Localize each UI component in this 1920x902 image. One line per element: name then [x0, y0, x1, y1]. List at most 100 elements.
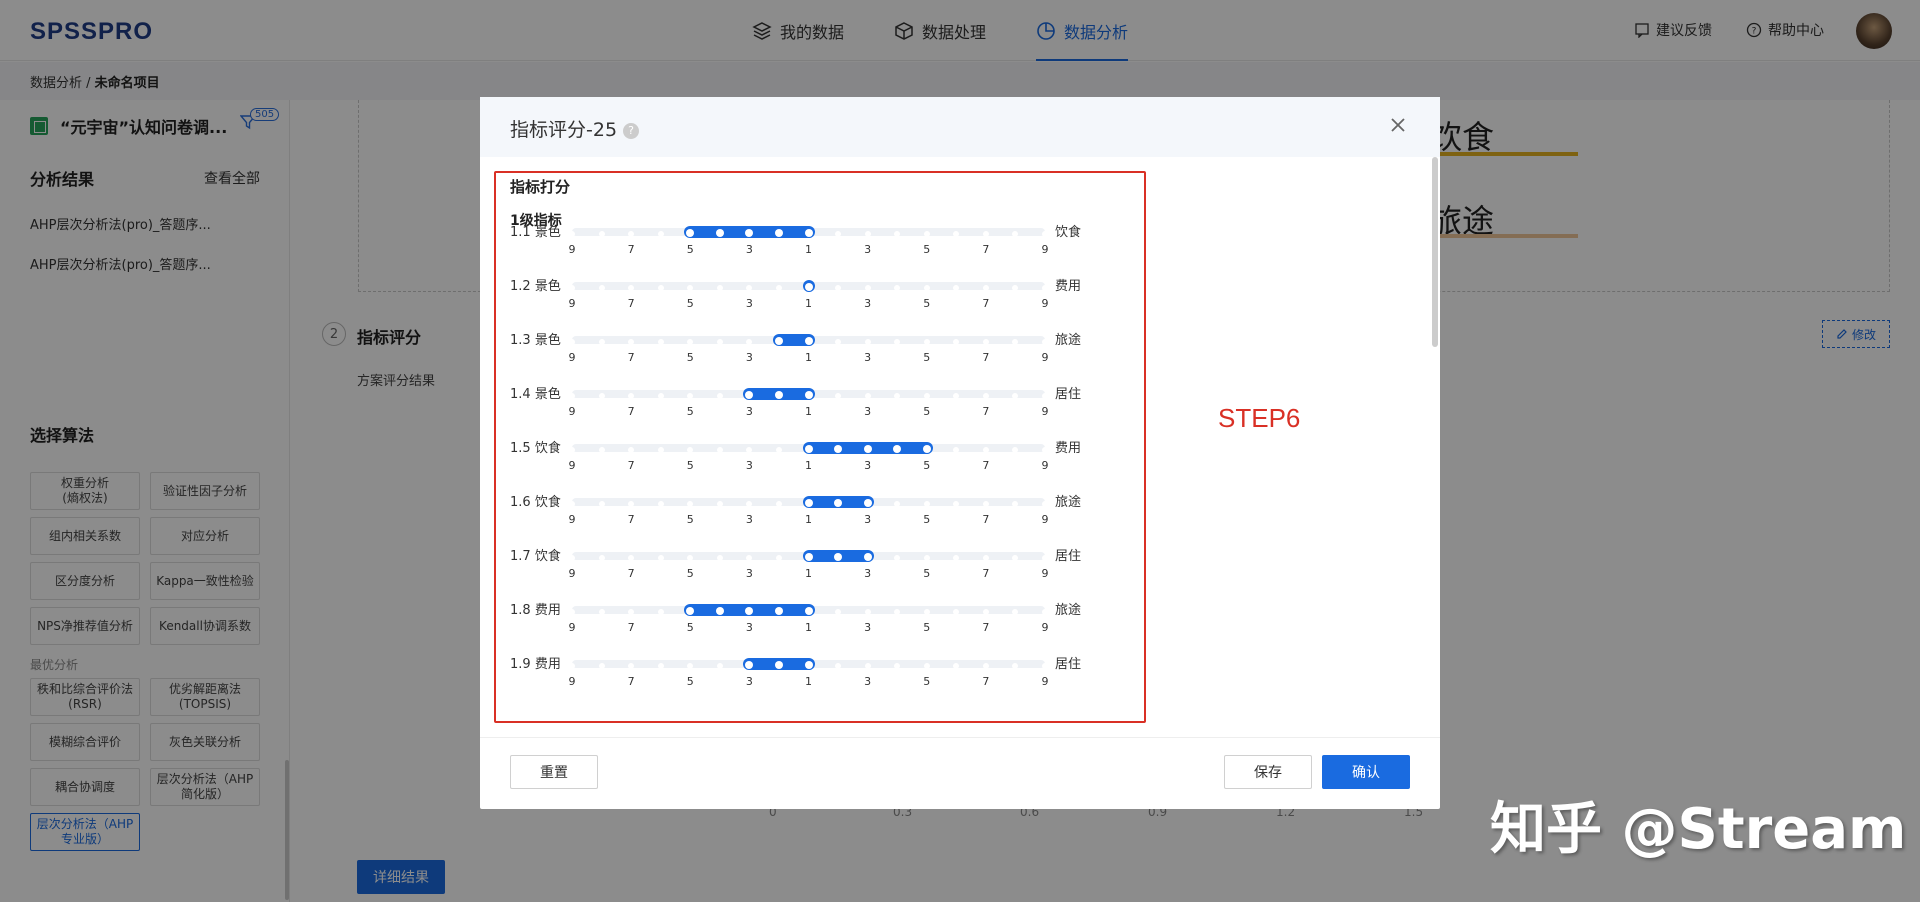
slider-stop[interactable]: [835, 231, 842, 237]
slider-stop[interactable]: [923, 555, 930, 561]
slider-stop[interactable]: [982, 663, 989, 669]
slider-stop[interactable]: [775, 501, 782, 507]
slider-stop[interactable]: [598, 609, 605, 615]
slider-stop[interactable]: [569, 663, 575, 669]
slider-stop[interactable]: [687, 339, 694, 345]
slider-stop[interactable]: [1042, 285, 1048, 291]
slider-stop[interactable]: [746, 285, 753, 291]
slider-stop[interactable]: [598, 555, 605, 561]
slider-stop[interactable]: [598, 231, 605, 237]
slider-handle[interactable]: [774, 607, 783, 615]
slider-stop[interactable]: [657, 393, 664, 399]
slider-stop[interactable]: [923, 393, 930, 399]
slider-stop[interactable]: [835, 609, 842, 615]
slider-stop[interactable]: [1012, 339, 1019, 345]
slider-stop[interactable]: [775, 447, 782, 453]
slider-stop[interactable]: [1042, 447, 1048, 453]
slider-stop[interactable]: [1012, 555, 1019, 561]
slider-stop[interactable]: [864, 663, 871, 669]
slider-stop[interactable]: [687, 663, 694, 669]
slider-stop[interactable]: [569, 285, 575, 291]
slider-stop[interactable]: [923, 285, 930, 291]
slider-stop[interactable]: [1042, 501, 1048, 507]
slider-handle[interactable]: [804, 661, 813, 669]
slider-stop[interactable]: [923, 339, 930, 345]
slider-stop[interactable]: [598, 663, 605, 669]
slider-stop[interactable]: [1012, 447, 1019, 453]
slider-stop[interactable]: [628, 285, 635, 291]
slider-stop[interactable]: [746, 447, 753, 453]
slider-stop[interactable]: [923, 501, 930, 507]
slider-stop[interactable]: [894, 285, 901, 291]
slider-stop[interactable]: [746, 555, 753, 561]
slider-handle[interactable]: [774, 391, 783, 399]
slider-stop[interactable]: [923, 663, 930, 669]
slider-stop[interactable]: [894, 339, 901, 345]
slider-stop[interactable]: [569, 339, 575, 345]
slider-stop[interactable]: [835, 339, 842, 345]
slider-stop[interactable]: [953, 501, 960, 507]
save-button[interactable]: 保存: [1224, 755, 1312, 789]
slider-stop[interactable]: [982, 501, 989, 507]
slider-stop[interactable]: [835, 285, 842, 291]
slider-handle[interactable]: [804, 391, 813, 399]
slider-stop[interactable]: [598, 285, 605, 291]
slider-stop[interactable]: [598, 339, 605, 345]
slider-stop[interactable]: [894, 609, 901, 615]
slider-stop[interactable]: [775, 285, 782, 291]
confirm-button[interactable]: 确认: [1322, 755, 1410, 789]
slider-stop[interactable]: [923, 609, 930, 615]
slider-stop[interactable]: [628, 393, 635, 399]
slider-stop[interactable]: [1012, 609, 1019, 615]
modal-scrollbar[interactable]: [1432, 157, 1438, 347]
slider-handle[interactable]: [863, 499, 872, 507]
slider-stop[interactable]: [953, 609, 960, 615]
slider-stop[interactable]: [894, 501, 901, 507]
slider-stop[interactable]: [716, 393, 723, 399]
help-icon[interactable]: ?: [623, 122, 640, 139]
slider-stop[interactable]: [657, 663, 664, 669]
slider-stop[interactable]: [657, 339, 664, 345]
slider-stop[interactable]: [923, 231, 930, 237]
slider-stop[interactable]: [1042, 555, 1048, 561]
slider-handle[interactable]: [715, 607, 724, 615]
slider-stop[interactable]: [628, 231, 635, 237]
slider-stop[interactable]: [687, 555, 694, 561]
slider-stop[interactable]: [716, 663, 723, 669]
slider-stop[interactable]: [982, 555, 989, 561]
slider-stop[interactable]: [775, 555, 782, 561]
slider-handle[interactable]: [804, 283, 813, 291]
slider-stop[interactable]: [835, 393, 842, 399]
slider-stop[interactable]: [982, 609, 989, 615]
slider-stop[interactable]: [628, 501, 635, 507]
slider-stop[interactable]: [598, 447, 605, 453]
slider-handle[interactable]: [834, 553, 843, 561]
slider-stop[interactable]: [953, 393, 960, 399]
slider-stop[interactable]: [1042, 339, 1048, 345]
slider-stop[interactable]: [982, 447, 989, 453]
slider-stop[interactable]: [1042, 663, 1048, 669]
slider-stop[interactable]: [716, 501, 723, 507]
slider-stop[interactable]: [982, 393, 989, 399]
slider-stop[interactable]: [657, 447, 664, 453]
slider-handle[interactable]: [863, 553, 872, 561]
slider-stop[interactable]: [864, 285, 871, 291]
slider-stop[interactable]: [953, 447, 960, 453]
slider-stop[interactable]: [953, 663, 960, 669]
slider-stop[interactable]: [953, 339, 960, 345]
slider-stop[interactable]: [1012, 663, 1019, 669]
slider-handle[interactable]: [863, 445, 872, 453]
reset-button[interactable]: 重置: [510, 755, 598, 789]
slider-stop[interactable]: [569, 555, 575, 561]
slider-stop[interactable]: [569, 501, 575, 507]
slider-stop[interactable]: [1042, 609, 1048, 615]
slider-stop[interactable]: [628, 609, 635, 615]
slider-stop[interactable]: [716, 447, 723, 453]
slider-stop[interactable]: [628, 339, 635, 345]
slider-stop[interactable]: [982, 339, 989, 345]
slider-stop[interactable]: [598, 393, 605, 399]
slider-stop[interactable]: [628, 555, 635, 561]
slider-stop[interactable]: [1012, 501, 1019, 507]
slider-stop[interactable]: [894, 555, 901, 561]
slider-handle[interactable]: [804, 337, 813, 345]
